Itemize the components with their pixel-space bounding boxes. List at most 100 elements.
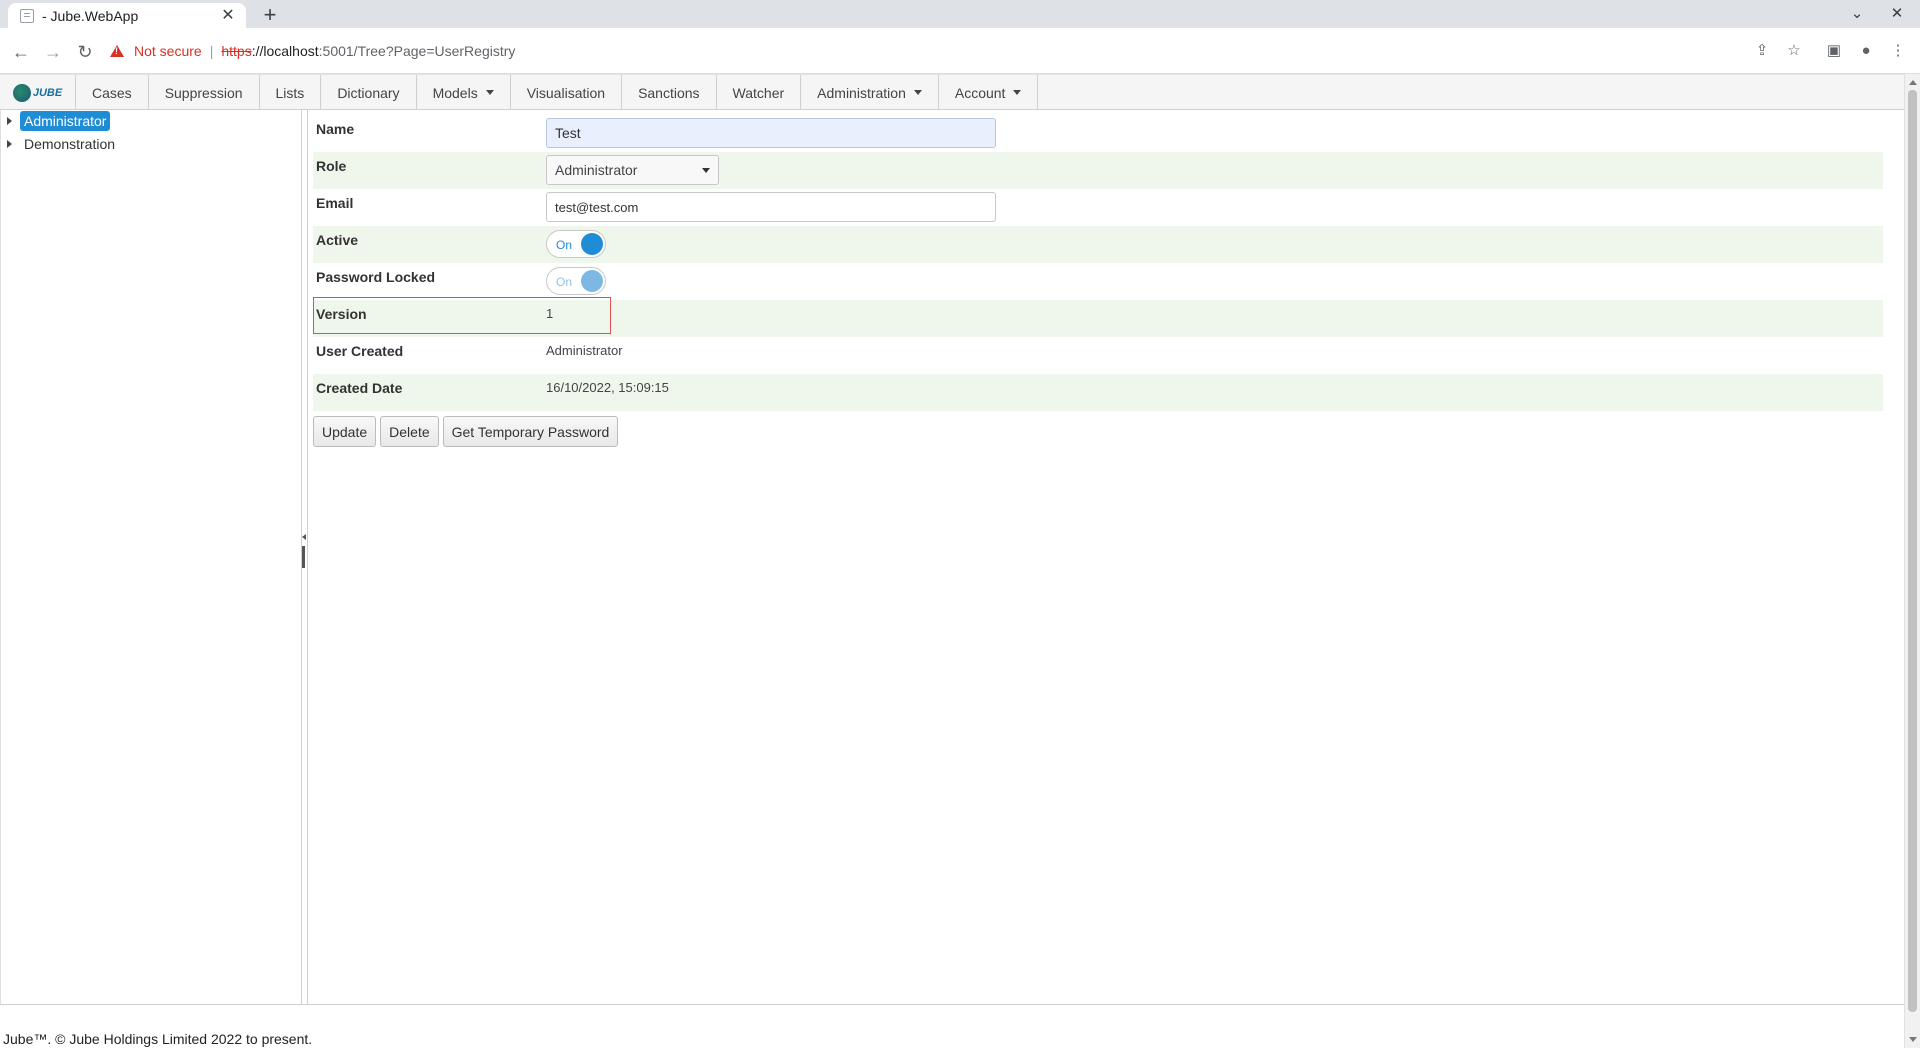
role-label: Role [316, 158, 347, 174]
back-arrow-icon[interactable]: ← [9, 40, 33, 64]
scroll-up-arrow-icon[interactable] [1909, 80, 1917, 85]
menu-dictionary[interactable]: Dictionary [321, 75, 417, 110]
version-value: 1 [546, 306, 554, 321]
user-registry-form: Name Test Role Administrator Email test@… [313, 115, 1883, 411]
action-buttons: Update Delete Get Temporary Password [313, 416, 619, 447]
tab-search-icon[interactable]: ⌄ [1841, 4, 1873, 24]
menu-sanctions-label: Sanctions [638, 84, 700, 101]
page-favicon-icon [20, 8, 34, 23]
version-label: Version [316, 306, 367, 322]
created-date-value: 16/10/2022, 15:09:15 [546, 380, 669, 395]
menu-account-label: Account [954, 84, 1006, 101]
expand-arrow-icon[interactable] [7, 117, 12, 125]
security-status[interactable]: Not secure [134, 43, 202, 59]
bookmark-star-icon[interactable]: ☆ [1784, 41, 1804, 61]
browser-tabstrip: - Jube.WebApp ✕ + ⌄ ✕ [0, 0, 1920, 28]
address-separator: | [209, 43, 214, 59]
address-bar[interactable]: Not secure | https://localhost:5001/Tree… [110, 36, 1770, 66]
panel-splitter[interactable] [302, 110, 308, 1004]
email-row: Email test@test.com [313, 189, 1883, 226]
active-toggle-text: On [556, 238, 573, 252]
jube-logo[interactable]: JUBE [0, 75, 76, 110]
active-row: Active On [313, 226, 1883, 263]
password-locked-row: Password Locked On [313, 263, 1883, 300]
menu-lists[interactable]: Lists [260, 75, 322, 110]
menu-watcher[interactable]: Watcher [717, 75, 802, 110]
close-window-icon[interactable]: ✕ [1881, 4, 1913, 24]
page-scrollbar[interactable] [1904, 74, 1920, 1048]
version-row: Version 1 [313, 300, 1883, 337]
created-date-label: Created Date [316, 380, 403, 396]
menu-administration[interactable]: Administration [801, 75, 939, 110]
url-scheme: https [221, 43, 252, 59]
url-host: ://localhost [251, 43, 319, 59]
browser-tab[interactable]: - Jube.WebApp ✕ [8, 3, 246, 28]
chevron-down-icon [1013, 90, 1022, 95]
chevron-down-icon [485, 90, 494, 95]
new-tab-button[interactable]: + [258, 4, 282, 28]
role-row: Role Administrator [313, 152, 1883, 189]
password-locked-toggle[interactable]: On [546, 267, 606, 295]
tree-node-label[interactable]: Demonstration [20, 134, 119, 154]
page-footer: Jube™. © Jube Holdings Limited 2022 to p… [0, 1004, 1904, 1048]
collapse-arrow-icon[interactable] [302, 534, 306, 540]
tree-node-administrator[interactable]: Administrator [7, 111, 111, 131]
tab-title: - Jube.WebApp [42, 7, 139, 24]
menu-suppression[interactable]: Suppression [149, 75, 260, 110]
scroll-thumb[interactable] [1908, 90, 1917, 1012]
get-temporary-password-button[interactable]: Get Temporary Password [442, 416, 619, 447]
menu-visualisation-label: Visualisation [526, 84, 606, 101]
menu-cases-label: Cases [92, 84, 132, 101]
update-button[interactable]: Update [313, 416, 377, 447]
menu-sanctions[interactable]: Sanctions [622, 75, 717, 110]
logo-text: JUBE [13, 84, 62, 102]
menu-models[interactable]: Models [417, 75, 511, 110]
app-menu-bar: JUBE Cases Suppression Lists Dictionary … [0, 74, 1904, 110]
side-panel-icon[interactable]: ▣ [1824, 41, 1844, 61]
share-icon[interactable]: ⇪ [1752, 41, 1772, 61]
menu-watcher-label: Watcher [732, 84, 785, 101]
splitter-handle[interactable] [302, 546, 305, 568]
name-row: Name Test [313, 115, 1883, 152]
email-label: Email [316, 195, 354, 211]
tree-panel: Administrator Demonstration [0, 110, 302, 1004]
toggle-knob [581, 270, 603, 292]
menu-suppression-label: Suppression [164, 84, 243, 101]
created-date-row: Created Date 16/10/2022, 15:09:15 [313, 374, 1883, 411]
password-locked-toggle-text: On [556, 275, 573, 289]
reload-icon[interactable]: ↻ [73, 40, 97, 64]
menu-models-label: Models [432, 84, 478, 101]
browser-toolbar: ← → ↻ Not secure | https://localhost:500… [0, 28, 1920, 74]
active-label: Active [316, 232, 359, 248]
url-path: :5001/Tree?Page=UserRegistry [318, 43, 516, 59]
warning-icon [110, 45, 124, 57]
email-field[interactable]: test@test.com [546, 192, 996, 222]
delete-button[interactable]: Delete [380, 416, 439, 447]
tree-node-label[interactable]: Administrator [20, 111, 111, 131]
user-created-row: User Created Administrator [313, 337, 1883, 374]
scroll-down-arrow-icon[interactable] [1909, 1037, 1917, 1042]
profile-avatar-icon[interactable]: ● [1856, 41, 1876, 61]
tree-node-demonstration[interactable]: Demonstration [7, 134, 119, 154]
footer-copyright: Jube™. © Jube Holdings Limited 2022 to p… [3, 1031, 313, 1047]
active-toggle[interactable]: On [546, 230, 606, 258]
forward-arrow-icon[interactable]: → [41, 40, 65, 64]
role-select[interactable]: Administrator [546, 155, 719, 185]
role-selected-value: Administrator [555, 162, 638, 178]
chevron-down-icon [702, 167, 710, 173]
browser-menu-icon[interactable]: ⋮ [1888, 41, 1908, 61]
user-created-value: Administrator [546, 343, 623, 358]
menu-administration-label: Administration [817, 84, 906, 101]
password-locked-label: Password Locked [316, 269, 436, 285]
chevron-down-icon [913, 90, 922, 95]
expand-arrow-icon[interactable] [7, 140, 12, 148]
menu-lists-label: Lists [275, 84, 305, 101]
menu-account[interactable]: Account [939, 75, 1039, 110]
menu-dictionary-label: Dictionary [337, 84, 400, 101]
name-label: Name [316, 121, 355, 137]
close-tab-icon[interactable]: ✕ [220, 7, 236, 24]
menu-visualisation[interactable]: Visualisation [511, 75, 623, 110]
name-field[interactable]: Test [546, 118, 996, 148]
toggle-knob [581, 233, 603, 255]
menu-cases[interactable]: Cases [76, 75, 149, 110]
